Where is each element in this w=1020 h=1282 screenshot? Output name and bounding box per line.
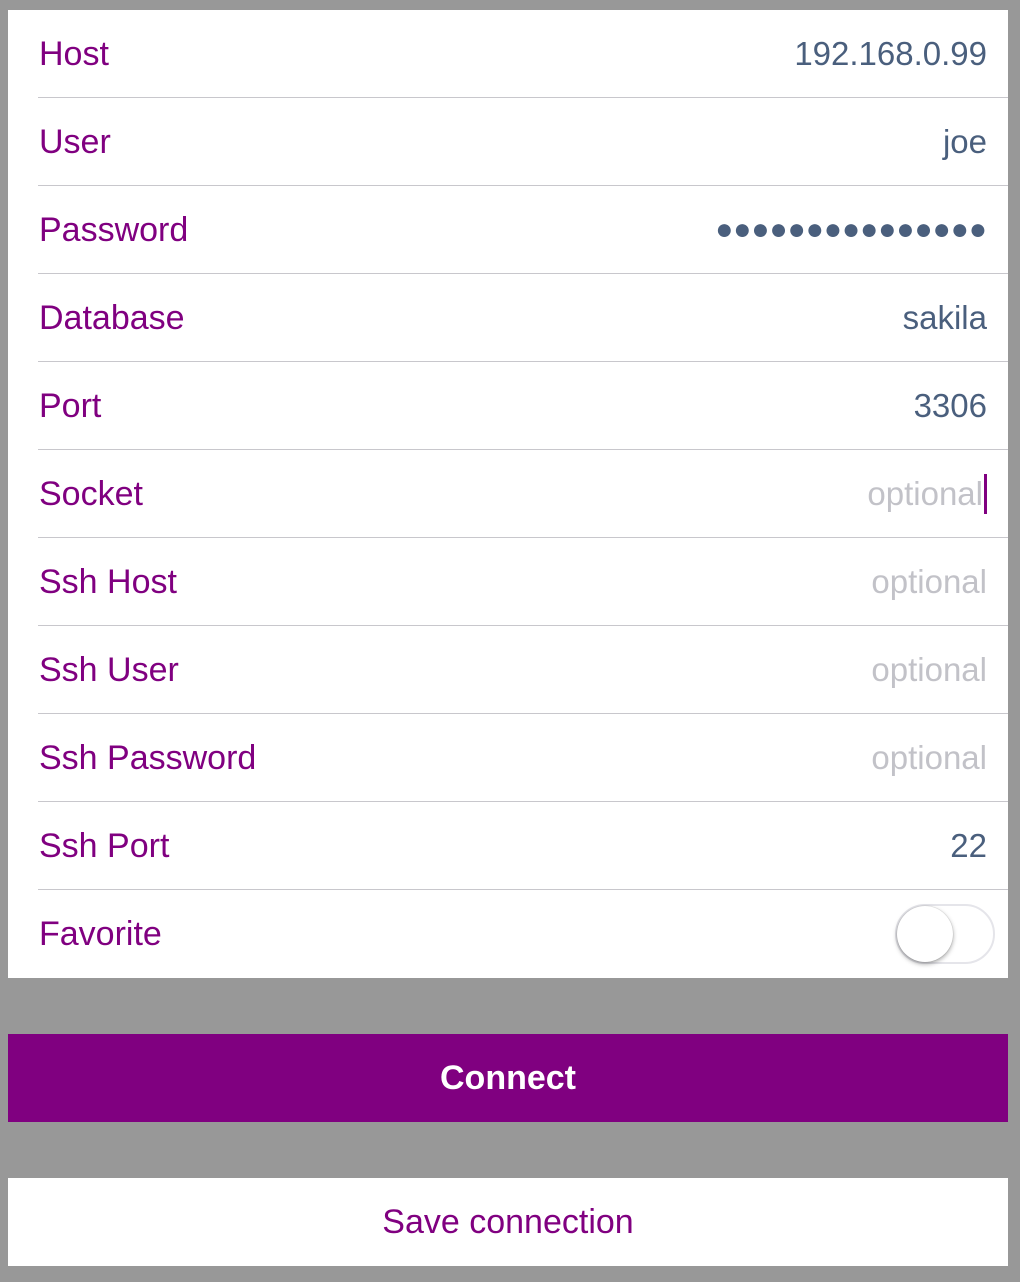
port-row[interactable]: Port 3306	[8, 362, 1008, 450]
ssh-host-row[interactable]: Ssh Host optional	[8, 538, 1008, 626]
text-caret	[984, 474, 987, 514]
socket-row[interactable]: Socket optional	[8, 450, 1008, 538]
favorite-toggle[interactable]	[895, 904, 995, 964]
connection-form: Host 192.168.0.99 User joe Password ●●●●…	[8, 10, 1008, 978]
database-label: Database	[39, 298, 185, 337]
user-label: User	[39, 122, 111, 161]
socket-placeholder: optional	[867, 475, 983, 512]
socket-field[interactable]: optional	[867, 450, 987, 538]
toggle-knob	[897, 906, 953, 962]
ssh-user-label: Ssh User	[39, 650, 179, 689]
user-field[interactable]: joe	[943, 98, 987, 186]
host-row[interactable]: Host 192.168.0.99	[8, 10, 1008, 98]
database-field[interactable]: sakila	[903, 274, 987, 362]
user-row[interactable]: User joe	[8, 98, 1008, 186]
ssh-host-field[interactable]: optional	[871, 538, 987, 626]
ssh-password-field[interactable]: optional	[871, 714, 987, 802]
password-field[interactable]: ●●●●●●●●●●●●●●●	[715, 186, 987, 274]
ssh-password-row[interactable]: Ssh Password optional	[8, 714, 1008, 802]
port-field[interactable]: 3306	[914, 362, 987, 450]
ssh-user-field[interactable]: optional	[871, 626, 987, 714]
host-field[interactable]: 192.168.0.99	[794, 10, 987, 98]
ssh-password-label: Ssh Password	[39, 738, 257, 777]
socket-label: Socket	[39, 474, 143, 513]
port-label: Port	[39, 386, 102, 425]
ssh-port-label: Ssh Port	[39, 826, 170, 865]
ssh-port-field[interactable]: 22	[950, 802, 987, 890]
password-row[interactable]: Password ●●●●●●●●●●●●●●●	[8, 186, 1008, 274]
database-row[interactable]: Database sakila	[8, 274, 1008, 362]
ssh-user-row[interactable]: Ssh User optional	[8, 626, 1008, 714]
favorite-label: Favorite	[39, 914, 162, 953]
connect-button[interactable]: Connect	[8, 1034, 1008, 1122]
favorite-row: Favorite	[8, 890, 1008, 978]
save-connection-button[interactable]: Save connection	[8, 1178, 1008, 1266]
ssh-port-row[interactable]: Ssh Port 22	[8, 802, 1008, 890]
host-label: Host	[39, 34, 109, 73]
ssh-host-label: Ssh Host	[39, 562, 177, 601]
password-label: Password	[39, 210, 189, 249]
